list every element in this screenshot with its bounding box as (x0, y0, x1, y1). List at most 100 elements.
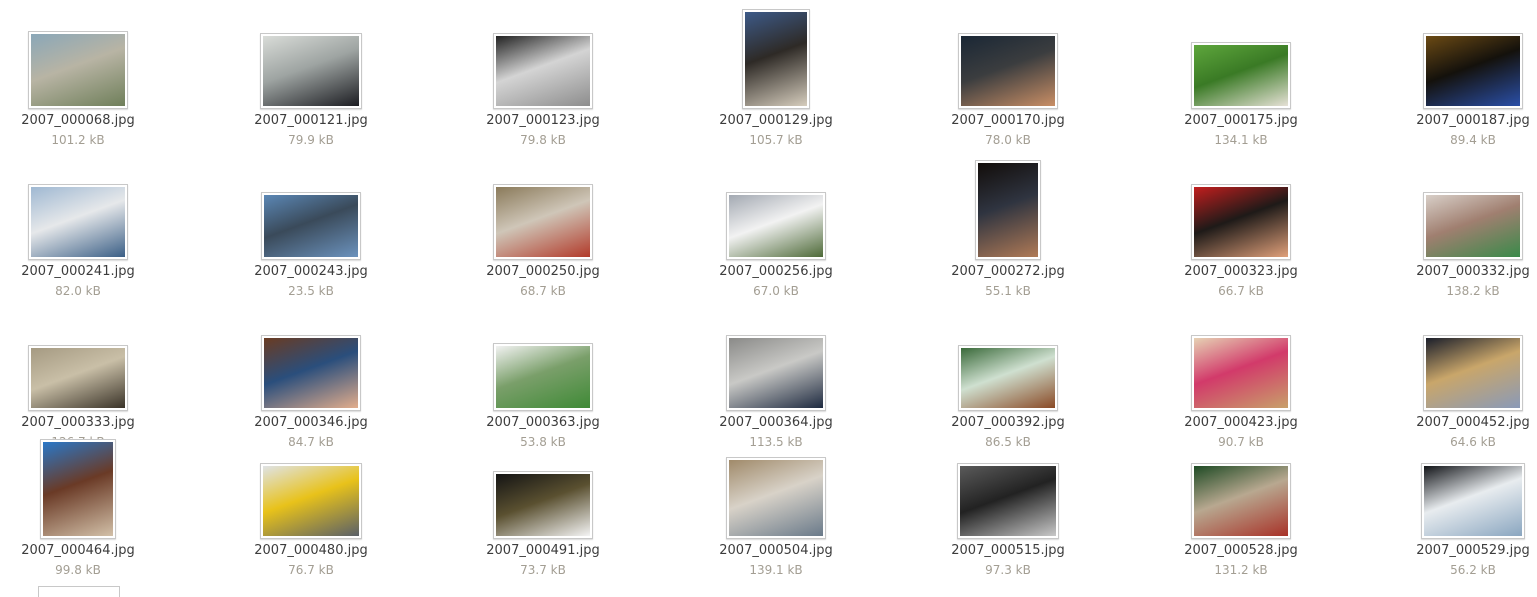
image-thumbnail-icon[interactable] (493, 343, 593, 411)
thumbnail-area (8, 5, 148, 111)
thumbnail-area (241, 156, 381, 262)
photo-preview (1194, 45, 1288, 106)
image-thumbnail-icon[interactable] (28, 184, 128, 260)
image-thumbnail-icon[interactable] (1423, 33, 1523, 109)
file-size: 134.1 kB (1214, 133, 1268, 147)
image-thumbnail-icon[interactable] (726, 335, 826, 411)
image-thumbnail-icon[interactable] (1423, 335, 1523, 411)
file-name: 2007_000068.jpg (21, 113, 135, 128)
image-thumbnail-icon[interactable] (493, 184, 593, 260)
photo-preview (31, 187, 125, 257)
file-size: 68.7 kB (520, 284, 566, 298)
file-item[interactable]: 2007_000480.jpg 76.7 kB (241, 435, 381, 585)
photo-preview (1194, 466, 1288, 536)
file-item[interactable]: 2007_000515.jpg 97.3 kB (938, 435, 1078, 585)
file-item[interactable]: 2007_000241.jpg 82.0 kB (8, 156, 148, 306)
image-thumbnail-icon[interactable] (493, 471, 593, 539)
photo-preview (729, 195, 823, 257)
file-name: 2007_000346.jpg (254, 415, 368, 430)
file-size: 79.9 kB (288, 133, 334, 147)
file-item[interactable]: 2007_000332.jpg 138.2 kB (1403, 156, 1537, 306)
image-thumbnail-icon[interactable] (28, 345, 128, 411)
image-thumbnail-icon[interactable] (1191, 335, 1291, 411)
file-name: 2007_000480.jpg (254, 543, 368, 558)
file-name: 2007_000464.jpg (21, 543, 135, 558)
file-name: 2007_000123.jpg (486, 113, 600, 128)
image-thumbnail-icon[interactable] (742, 9, 810, 109)
photo-preview (729, 460, 823, 536)
image-thumbnail-icon[interactable] (1191, 184, 1291, 260)
photo-preview (264, 338, 358, 408)
file-size: 131.2 kB (1214, 563, 1268, 577)
thumbnail-area (1171, 156, 1311, 262)
photo-preview (496, 187, 590, 257)
image-thumbnail-icon[interactable] (975, 160, 1041, 260)
image-thumbnail-icon[interactable] (958, 345, 1058, 411)
image-thumbnail-icon[interactable] (726, 192, 826, 260)
file-name: 2007_000392.jpg (951, 415, 1065, 430)
image-thumbnail-icon[interactable] (261, 335, 361, 411)
file-item[interactable]: 2007_000121.jpg 79.9 kB (241, 5, 381, 155)
file-size: 55.1 kB (985, 284, 1031, 298)
file-name: 2007_000452.jpg (1416, 415, 1530, 430)
file-name: 2007_000121.jpg (254, 113, 368, 128)
file-item[interactable]: 2007_000464.jpg 99.8 kB (8, 435, 148, 585)
thumbnail-area (8, 307, 148, 413)
photo-preview (43, 442, 113, 536)
file-item[interactable]: 2007_000243.jpg 23.5 kB (241, 156, 381, 306)
file-item[interactable]: 2007_000256.jpg 67.0 kB (706, 156, 846, 306)
photo-preview (960, 466, 1056, 536)
photo-preview (263, 466, 359, 536)
file-name: 2007_000175.jpg (1184, 113, 1298, 128)
partial-thumbnail[interactable] (38, 586, 120, 597)
file-item[interactable]: 2007_000272.jpg 55.1 kB (938, 156, 1078, 306)
image-thumbnail-icon[interactable] (1191, 42, 1291, 109)
image-thumbnail-icon[interactable] (958, 33, 1058, 109)
thumbnail-area (1171, 307, 1311, 413)
image-thumbnail-icon[interactable] (261, 192, 361, 260)
file-name: 2007_000256.jpg (719, 264, 833, 279)
image-thumbnail-icon[interactable] (726, 457, 826, 539)
photo-preview (31, 348, 125, 408)
image-thumbnail-icon[interactable] (1423, 192, 1523, 260)
image-thumbnail-icon[interactable] (1191, 463, 1291, 539)
file-item[interactable]: 2007_000175.jpg 134.1 kB (1171, 5, 1311, 155)
file-item[interactable]: 2007_000129.jpg 105.7 kB (706, 5, 846, 155)
file-size: 101.2 kB (51, 133, 105, 147)
image-thumbnail-icon[interactable] (957, 463, 1059, 539)
thumbnail-area (706, 435, 846, 541)
file-item[interactable]: 2007_000491.jpg 73.7 kB (473, 435, 613, 585)
file-size: 139.1 kB (749, 563, 803, 577)
photo-preview (496, 474, 590, 536)
file-item[interactable]: 2007_000170.jpg 78.0 kB (938, 5, 1078, 155)
thumbnail-area (241, 435, 381, 541)
image-thumbnail-icon[interactable] (260, 33, 362, 109)
file-name: 2007_000515.jpg (951, 543, 1065, 558)
image-thumbnail-icon[interactable] (28, 31, 128, 109)
file-item[interactable]: 2007_000528.jpg 131.2 kB (1171, 435, 1311, 585)
file-name: 2007_000272.jpg (951, 264, 1065, 279)
file-size: 89.4 kB (1450, 133, 1496, 147)
file-size: 82.0 kB (55, 284, 101, 298)
thumbnail-area (8, 435, 148, 541)
file-item[interactable]: 2007_000323.jpg 66.7 kB (1171, 156, 1311, 306)
image-thumbnail-icon[interactable] (493, 33, 593, 109)
photo-preview (1426, 195, 1520, 257)
photo-preview (1426, 36, 1520, 106)
image-thumbnail-icon[interactable] (260, 463, 362, 539)
file-item[interactable]: 2007_000187.jpg 89.4 kB (1403, 5, 1537, 155)
photo-preview (1194, 338, 1288, 408)
photo-preview (961, 36, 1055, 106)
file-size: 67.0 kB (753, 284, 799, 298)
thumbnail-area (938, 435, 1078, 541)
image-thumbnail-icon[interactable] (1421, 463, 1525, 539)
file-name: 2007_000170.jpg (951, 113, 1065, 128)
image-thumbnail-icon[interactable] (40, 439, 116, 539)
file-item[interactable]: 2007_000504.jpg 139.1 kB (706, 435, 846, 585)
photo-preview (264, 195, 358, 257)
thumbnail-area (473, 307, 613, 413)
file-item[interactable]: 2007_000123.jpg 79.8 kB (473, 5, 613, 155)
file-item[interactable]: 2007_000250.jpg 68.7 kB (473, 156, 613, 306)
file-item[interactable]: 2007_000068.jpg 101.2 kB (8, 5, 148, 155)
file-item[interactable]: 2007_000529.jpg 56.2 kB (1403, 435, 1537, 585)
